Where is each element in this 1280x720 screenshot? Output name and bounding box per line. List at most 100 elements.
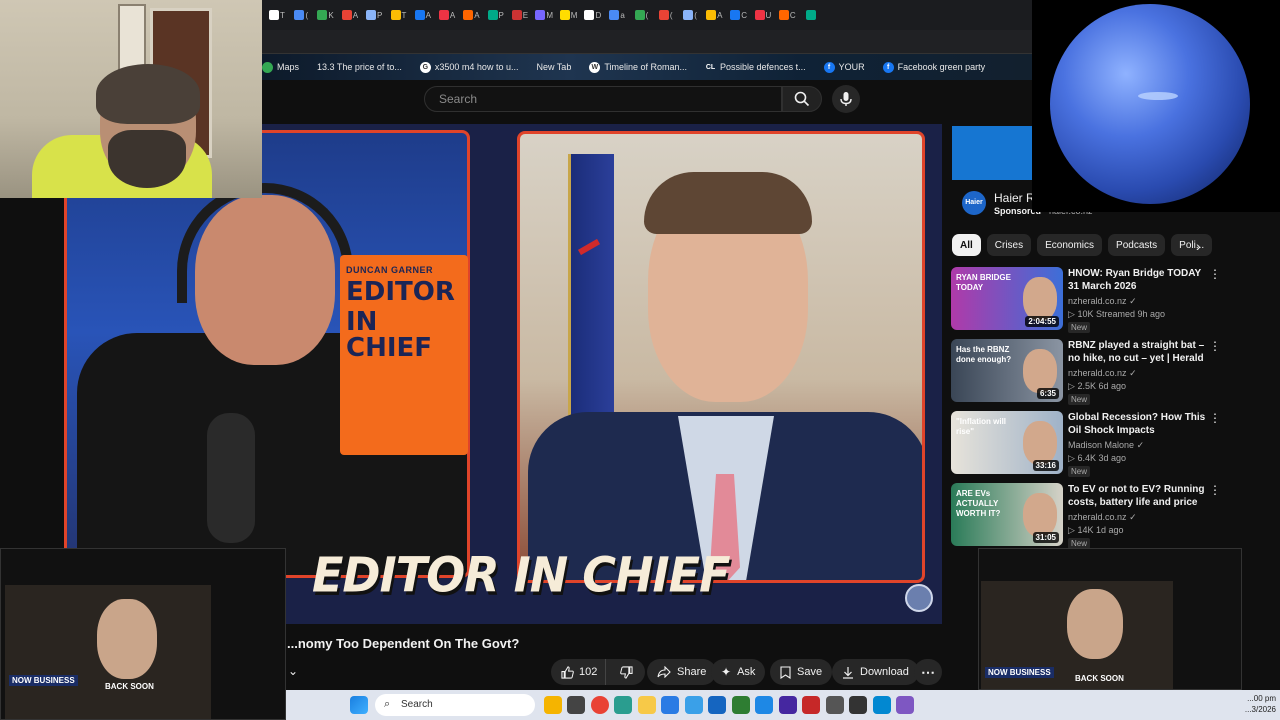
dislike-button[interactable] [612,659,641,685]
bookmark-item[interactable]: 13.3 The price of to... [317,62,402,72]
windows-start-icon[interactable] [350,696,368,714]
browser-tab[interactable]: A [460,5,482,25]
ad-banner[interactable] [952,126,1034,180]
browser-tab[interactable]: A [703,5,725,25]
chip-podcasts[interactable]: Podcasts [1108,234,1166,256]
recommendation-title[interactable]: Global Recession? How This Oil Shock Imp… [1068,411,1206,437]
app-icon[interactable] [802,696,820,714]
app-icon[interactable] [778,696,797,714]
browser-tab[interactable]: A [412,5,434,25]
browser-tab[interactable]: ( [630,5,652,25]
thumbnail-text: ARE EVs ACTUALLY WORTH IT? [956,489,1001,518]
recommendation-item[interactable]: RYAN BRIDGE TODAY 2:04:55 HNOW: Ryan Bridg… [951,267,1221,333]
bookmark-item[interactable]: f YOUR [823,61,865,73]
expand-description-icon[interactable]: ⌄ [288,664,298,678]
tab-label: E [522,10,529,20]
more-options-icon[interactable]: ⋮ [1209,267,1221,281]
recommendation-item[interactable]: "Inflation will rise" 33:16 Global Recessi… [951,411,1221,477]
browser-tab[interactable]: T [266,5,288,25]
browser-tab[interactable]: D [582,5,604,25]
recommendation-channel[interactable]: Madison Malone ✓ [1068,440,1144,451]
recommendation-thumbnail[interactable]: RYAN BRIDGE TODAY 2:04:55 [951,267,1063,330]
browser-tab[interactable]: E [509,5,531,25]
bookmark-label: Maps [277,62,300,72]
app-icon[interactable] [896,696,914,714]
recommendation-channel[interactable]: nzherald.co.nz ✓ [1068,368,1137,379]
task-view-icon[interactable] [567,696,585,714]
app-icon[interactable] [825,696,844,714]
chip-poli[interactable]: Poli... [1171,234,1213,256]
browser-tab[interactable]: A [436,5,458,25]
taskbar-clock[interactable]: ...00 pm ...3/2026 [1240,693,1276,715]
sparkle-icon: ✦ [721,665,732,679]
recommendation-title[interactable]: HNOW: Ryan Bridge TODAY 31 March 2026 [1068,267,1206,293]
telegram-icon[interactable] [755,696,773,714]
copilot-icon[interactable] [614,696,632,714]
edge-icon[interactable] [661,696,679,714]
bookmark-item[interactable]: Maps [262,61,300,73]
browser-tab[interactable]: M [558,5,580,25]
browser-tab[interactable]: M [533,5,555,25]
browser-tab[interactable]: ( [655,5,677,25]
recommendation-channel[interactable]: nzherald.co.nz ✓ [1068,296,1137,307]
recommendation-thumbnail[interactable]: ARE EVs ACTUALLY WORTH IT? 31:05 [951,483,1063,546]
browser-tab[interactable]: C [776,5,798,25]
tab-favicon-icon [366,10,377,20]
play-icon: ▷ [1068,381,1075,391]
bookmark-item[interactable]: f Facebook green party [882,61,985,73]
channel-watermark[interactable] [905,584,933,612]
download-icon [843,666,853,679]
store-icon[interactable] [708,696,726,714]
browser-tab[interactable]: K [315,5,337,25]
taskbar-search[interactable]: ⌕ Search [375,694,535,716]
bookmarks-bar: Maps 13.3 The price of to... Gx3500 m4 how… [262,54,1032,80]
address-bar[interactable] [262,30,1032,54]
chevron-right-icon[interactable]: › [1196,238,1201,254]
more-options-icon[interactable]: ⋮ [1209,339,1221,353]
more-options-icon[interactable]: ⋮ [1209,483,1221,497]
recommendation-title[interactable]: To EV or not to EV? Running costs, batte… [1068,483,1206,509]
app-icon[interactable] [872,696,891,714]
browser-tab[interactable]: A [339,5,361,25]
share-button[interactable]: Share [647,659,717,685]
more-options-icon[interactable]: ⋮ [1209,411,1221,425]
browser-tab[interactable]: ( [679,5,701,25]
chrome-icon[interactable] [590,696,609,714]
browser-tab[interactable]: T [387,5,409,25]
webcam-overlay [0,0,262,198]
recommendation-title[interactable]: RBNZ played a straight bat – no hike, no… [1068,339,1206,365]
app-icon[interactable] [731,696,750,714]
voice-search-button[interactable] [832,85,860,113]
like-button[interactable]: 102 [551,659,607,685]
save-button[interactable]: Save [770,659,833,685]
browser-tab[interactable]: P [363,5,385,25]
recommendation-thumbnail[interactable]: "Inflation will rise" 33:16 [951,411,1063,474]
browser-tab[interactable]: ( [290,5,312,25]
bookmark-item[interactable]: W Timeline of Roman... [589,61,687,73]
file-explorer-icon[interactable] [637,696,656,714]
chip-crises[interactable]: Crises [986,234,1032,256]
search-input[interactable]: Search [424,86,782,112]
browser-tab[interactable] [801,5,823,25]
chip-all[interactable]: All [952,234,981,256]
browser-tab[interactable]: U [752,5,774,25]
bookmark-item[interactable]: New Tab [536,62,571,72]
recommendation-item[interactable]: ARE EVs ACTUALLY WORTH IT? 31:05 To EV or … [951,483,1221,549]
browser-tab[interactable]: C [728,5,750,25]
bookmark-item[interactable]: Gx3500 m4 how to u... [419,61,518,73]
search-button[interactable] [782,86,822,112]
bookmark-item[interactable]: CL Possible defences t... [705,62,806,73]
widgets-icon[interactable] [543,696,562,714]
ask-button[interactable]: ✦ Ask [711,659,766,685]
recommendation-item[interactable]: Has the RBNZ done enough? 6:35 RBNZ played… [951,339,1221,405]
chip-economics[interactable]: Economics [1037,234,1103,256]
browser-tab[interactable]: a [606,5,628,25]
recommendation-channel[interactable]: nzherald.co.nz ✓ [1068,512,1137,523]
browser-tab[interactable]: P [485,5,507,25]
app-icon[interactable] [849,696,867,714]
tab-label: P [377,10,383,20]
recommendation-thumbnail[interactable]: Has the RBNZ done enough? 6:35 [951,339,1063,402]
more-actions-button[interactable]: ⋯ [914,659,942,685]
download-button[interactable]: Download [832,659,919,685]
outlook-icon[interactable] [684,696,703,714]
